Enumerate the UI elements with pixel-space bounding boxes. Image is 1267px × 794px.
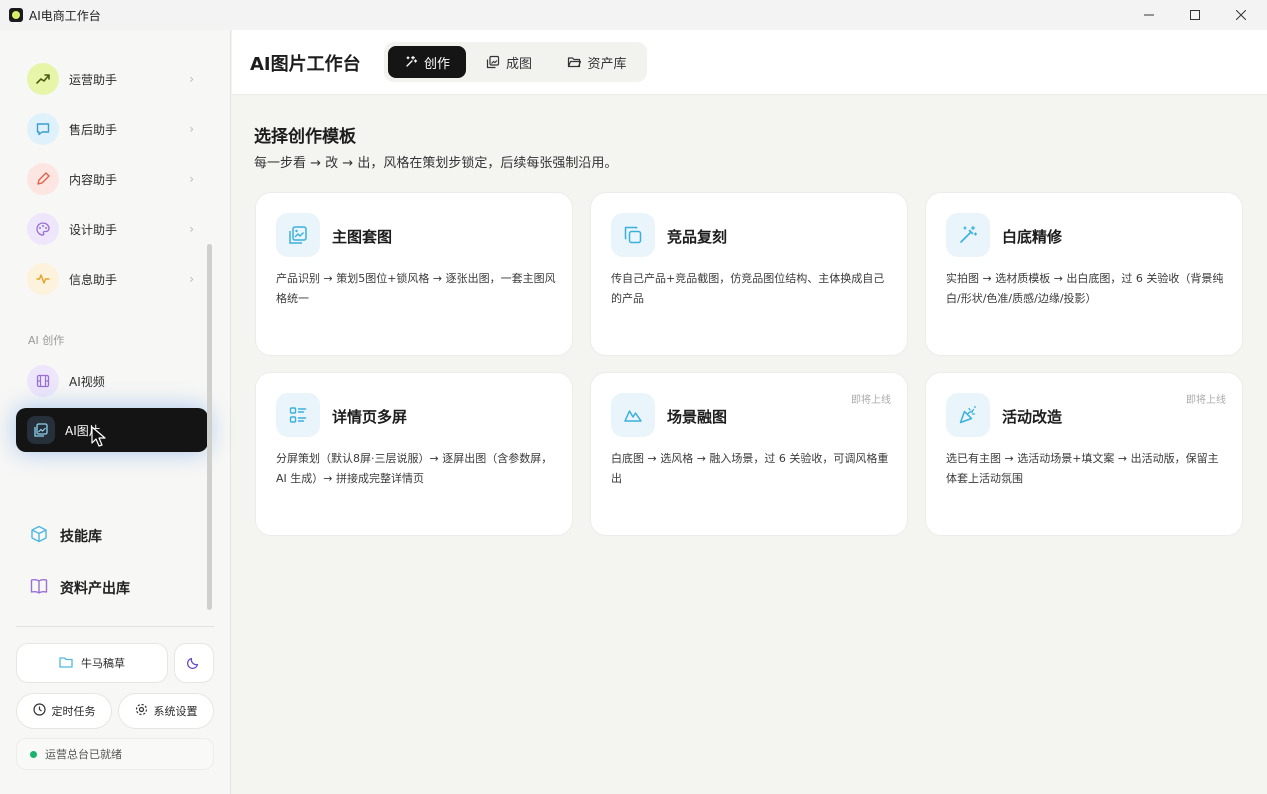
theme-toggle-button[interactable] — [174, 643, 214, 683]
mountain-icon — [611, 393, 655, 437]
chevron-right-icon: › — [189, 222, 194, 236]
pulse-icon — [27, 263, 59, 295]
chevron-right-icon: › — [189, 172, 194, 186]
close-button[interactable] — [1218, 0, 1264, 30]
sidebar-item-content[interactable]: 内容助手 › — [16, 157, 208, 201]
template-card-campaign-remake[interactable]: 即将上线 活动改造 选已有主图 → 选活动场景+填文案 → 出活动版，保留主体套… — [925, 372, 1243, 536]
card-description: 分屏策划（默认8屏·三层说服）→ 逐屏出图（含参数屏，AI 生成）→ 拼接成完整… — [276, 452, 553, 485]
page-header: AI图片工作台 创作 成图 资产库 — [232, 30, 1267, 95]
minimize-button[interactable] — [1126, 0, 1172, 30]
gallery-icon — [486, 55, 500, 69]
copy-icon — [611, 213, 655, 257]
view-tabs: 创作 成图 资产库 — [384, 42, 647, 82]
status-dot-icon — [30, 750, 37, 758]
chevron-right-icon: › — [189, 272, 194, 286]
card-title: 场景融图 — [667, 408, 728, 426]
sidebar-divider — [16, 626, 214, 627]
tab-label: 创作 — [423, 56, 450, 72]
maximize-button[interactable] — [1172, 0, 1218, 30]
tab-create[interactable]: 创作 — [388, 46, 466, 78]
sidebar-item-ai-video[interactable]: AI视频 — [16, 359, 208, 403]
settings-button[interactable]: 系统设置 — [118, 693, 214, 729]
sidebar-item-label: 技能库 — [60, 529, 102, 545]
gear-icon — [135, 703, 148, 719]
template-card-competitor-replicate[interactable]: 竞品复刻 传自己产品+竞品截图，仿竞品图位结构、主体换成自己的产品 — [590, 192, 908, 356]
sidebar-item-design[interactable]: 设计助手 › — [16, 207, 208, 251]
section-label-ai-creation: AI 创作 — [28, 334, 65, 347]
card-title: 详情页多屏 — [332, 408, 408, 426]
sidebar-item-material-library[interactable]: 资料产出库 — [30, 577, 130, 599]
draft-box-label: 牛马稿草 — [81, 657, 125, 670]
film-icon — [27, 365, 59, 397]
folder-icon — [59, 655, 73, 672]
sidebar-item-label: 售后助手 — [69, 122, 118, 137]
chevron-right-icon: › — [189, 72, 194, 86]
sidebar-item-info[interactable]: 信息助手 › — [16, 257, 208, 301]
card-description: 白底图 → 选风格 → 融入场景，过 6 关验收，可调风格重出 — [611, 452, 889, 485]
sparkle-icon — [406, 55, 418, 67]
image-icon — [27, 416, 55, 444]
card-description: 产品识别 → 策划5图位+锁风格 → 逐张出图，一套主图风格统一 — [276, 272, 556, 305]
image-stack-icon — [276, 213, 320, 257]
app-title: AI电商工作台 — [29, 8, 101, 23]
section-title: 选择创作模板 — [254, 127, 356, 147]
tab-output[interactable]: 成图 — [470, 46, 548, 78]
cube-icon — [30, 525, 48, 547]
template-card-detail-page[interactable]: 详情页多屏 分屏策划（默认8屏·三层说服）→ 逐屏出图（含参数屏，AI 生成）→… — [255, 372, 573, 536]
title-bar: AI电商工作台 — [0, 0, 1267, 30]
palette-icon — [27, 213, 59, 245]
pen-icon — [27, 163, 59, 195]
sidebar-scrollbar[interactable] — [207, 244, 212, 610]
book-icon — [30, 577, 48, 599]
card-description: 实拍图 → 选材质模板 → 出白底图，过 6 关验收（背景纯白/形状/色准/质感… — [946, 272, 1224, 305]
tab-label: 资产库 — [587, 56, 627, 72]
sidebar-item-label: AI视频 — [69, 374, 105, 389]
card-description: 传自己产品+竞品截图，仿竞品图位结构、主体换成自己的产品 — [611, 272, 885, 305]
status-indicator: 运营总台已就绪 — [16, 738, 214, 770]
sidebar-item-label: 资料产出库 — [60, 581, 130, 597]
scheduled-tasks-button[interactable]: 定时任务 — [16, 693, 112, 729]
template-card-white-background[interactable]: 白底精修 实拍图 → 选材质模板 → 出白底图，过 6 关验收（背景纯白/形状/… — [925, 192, 1243, 356]
clock-icon — [32, 703, 46, 719]
coming-soon-badge: 即将上线 — [851, 395, 891, 406]
sidebar-item-label: 设计助手 — [69, 222, 118, 237]
card-title: 主图套图 — [332, 228, 393, 246]
folder-open-icon — [568, 57, 582, 68]
card-title: 白底精修 — [1002, 228, 1063, 246]
sidebar-item-skill-library[interactable]: 技能库 — [30, 525, 102, 547]
sidebar-item-label: 信息助手 — [69, 272, 118, 287]
app-logo-icon — [9, 8, 23, 22]
list-layout-icon — [276, 393, 320, 437]
status-text: 运营总台已就绪 — [45, 748, 122, 761]
sidebar-item-operations[interactable]: 运营助手 › — [16, 57, 208, 101]
scheduled-tasks-label: 定时任务 — [51, 705, 96, 718]
card-description: 选已有主图 → 选活动场景+填文案 → 出活动版，保留主体套上活动氛围 — [946, 452, 1219, 485]
sidebar-item-label: 运营助手 — [69, 72, 118, 87]
settings-label: 系统设置 — [153, 705, 198, 718]
section-subtitle: 每一步看 → 改 → 出，风格在策划步锁定，后续每张强制沿用。 — [254, 156, 618, 171]
chevron-right-icon: › — [189, 122, 194, 136]
card-title: 活动改造 — [1002, 408, 1063, 426]
sidebar: 运营助手 › 售后助手 › 内容助手 › 设计助手 › 信息助手 › AI 创作 — [0, 30, 231, 794]
tab-asset-library[interactable]: 资产库 — [552, 46, 642, 78]
party-popper-icon — [946, 393, 990, 437]
template-card-main-image-set[interactable]: 主图套图 产品识别 → 策划5图位+锁风格 → 逐张出图，一套主图风格统一 — [255, 192, 573, 356]
sidebar-item-after-sales[interactable]: 售后助手 › — [16, 107, 208, 151]
tab-label: 成图 — [505, 56, 532, 72]
coming-soon-badge: 即将上线 — [1186, 395, 1226, 406]
trend-up-icon — [27, 63, 59, 95]
sidebar-item-label: 内容助手 — [69, 172, 118, 187]
moon-icon — [186, 655, 201, 672]
mouse-cursor-icon — [91, 426, 106, 447]
sidebar-item-ai-image[interactable]: AI图片 — [16, 408, 208, 452]
page-title: AI图片工作台 — [250, 54, 361, 75]
chat-bubble-icon — [27, 113, 59, 145]
card-title: 竞品复刻 — [667, 228, 728, 246]
draft-box-button[interactable]: 牛马稿草 — [16, 643, 168, 683]
magic-wand-icon — [946, 213, 990, 257]
template-card-scene-blend[interactable]: 即将上线 场景融图 白底图 → 选风格 → 融入场景，过 6 关验收，可调风格重… — [590, 372, 908, 536]
